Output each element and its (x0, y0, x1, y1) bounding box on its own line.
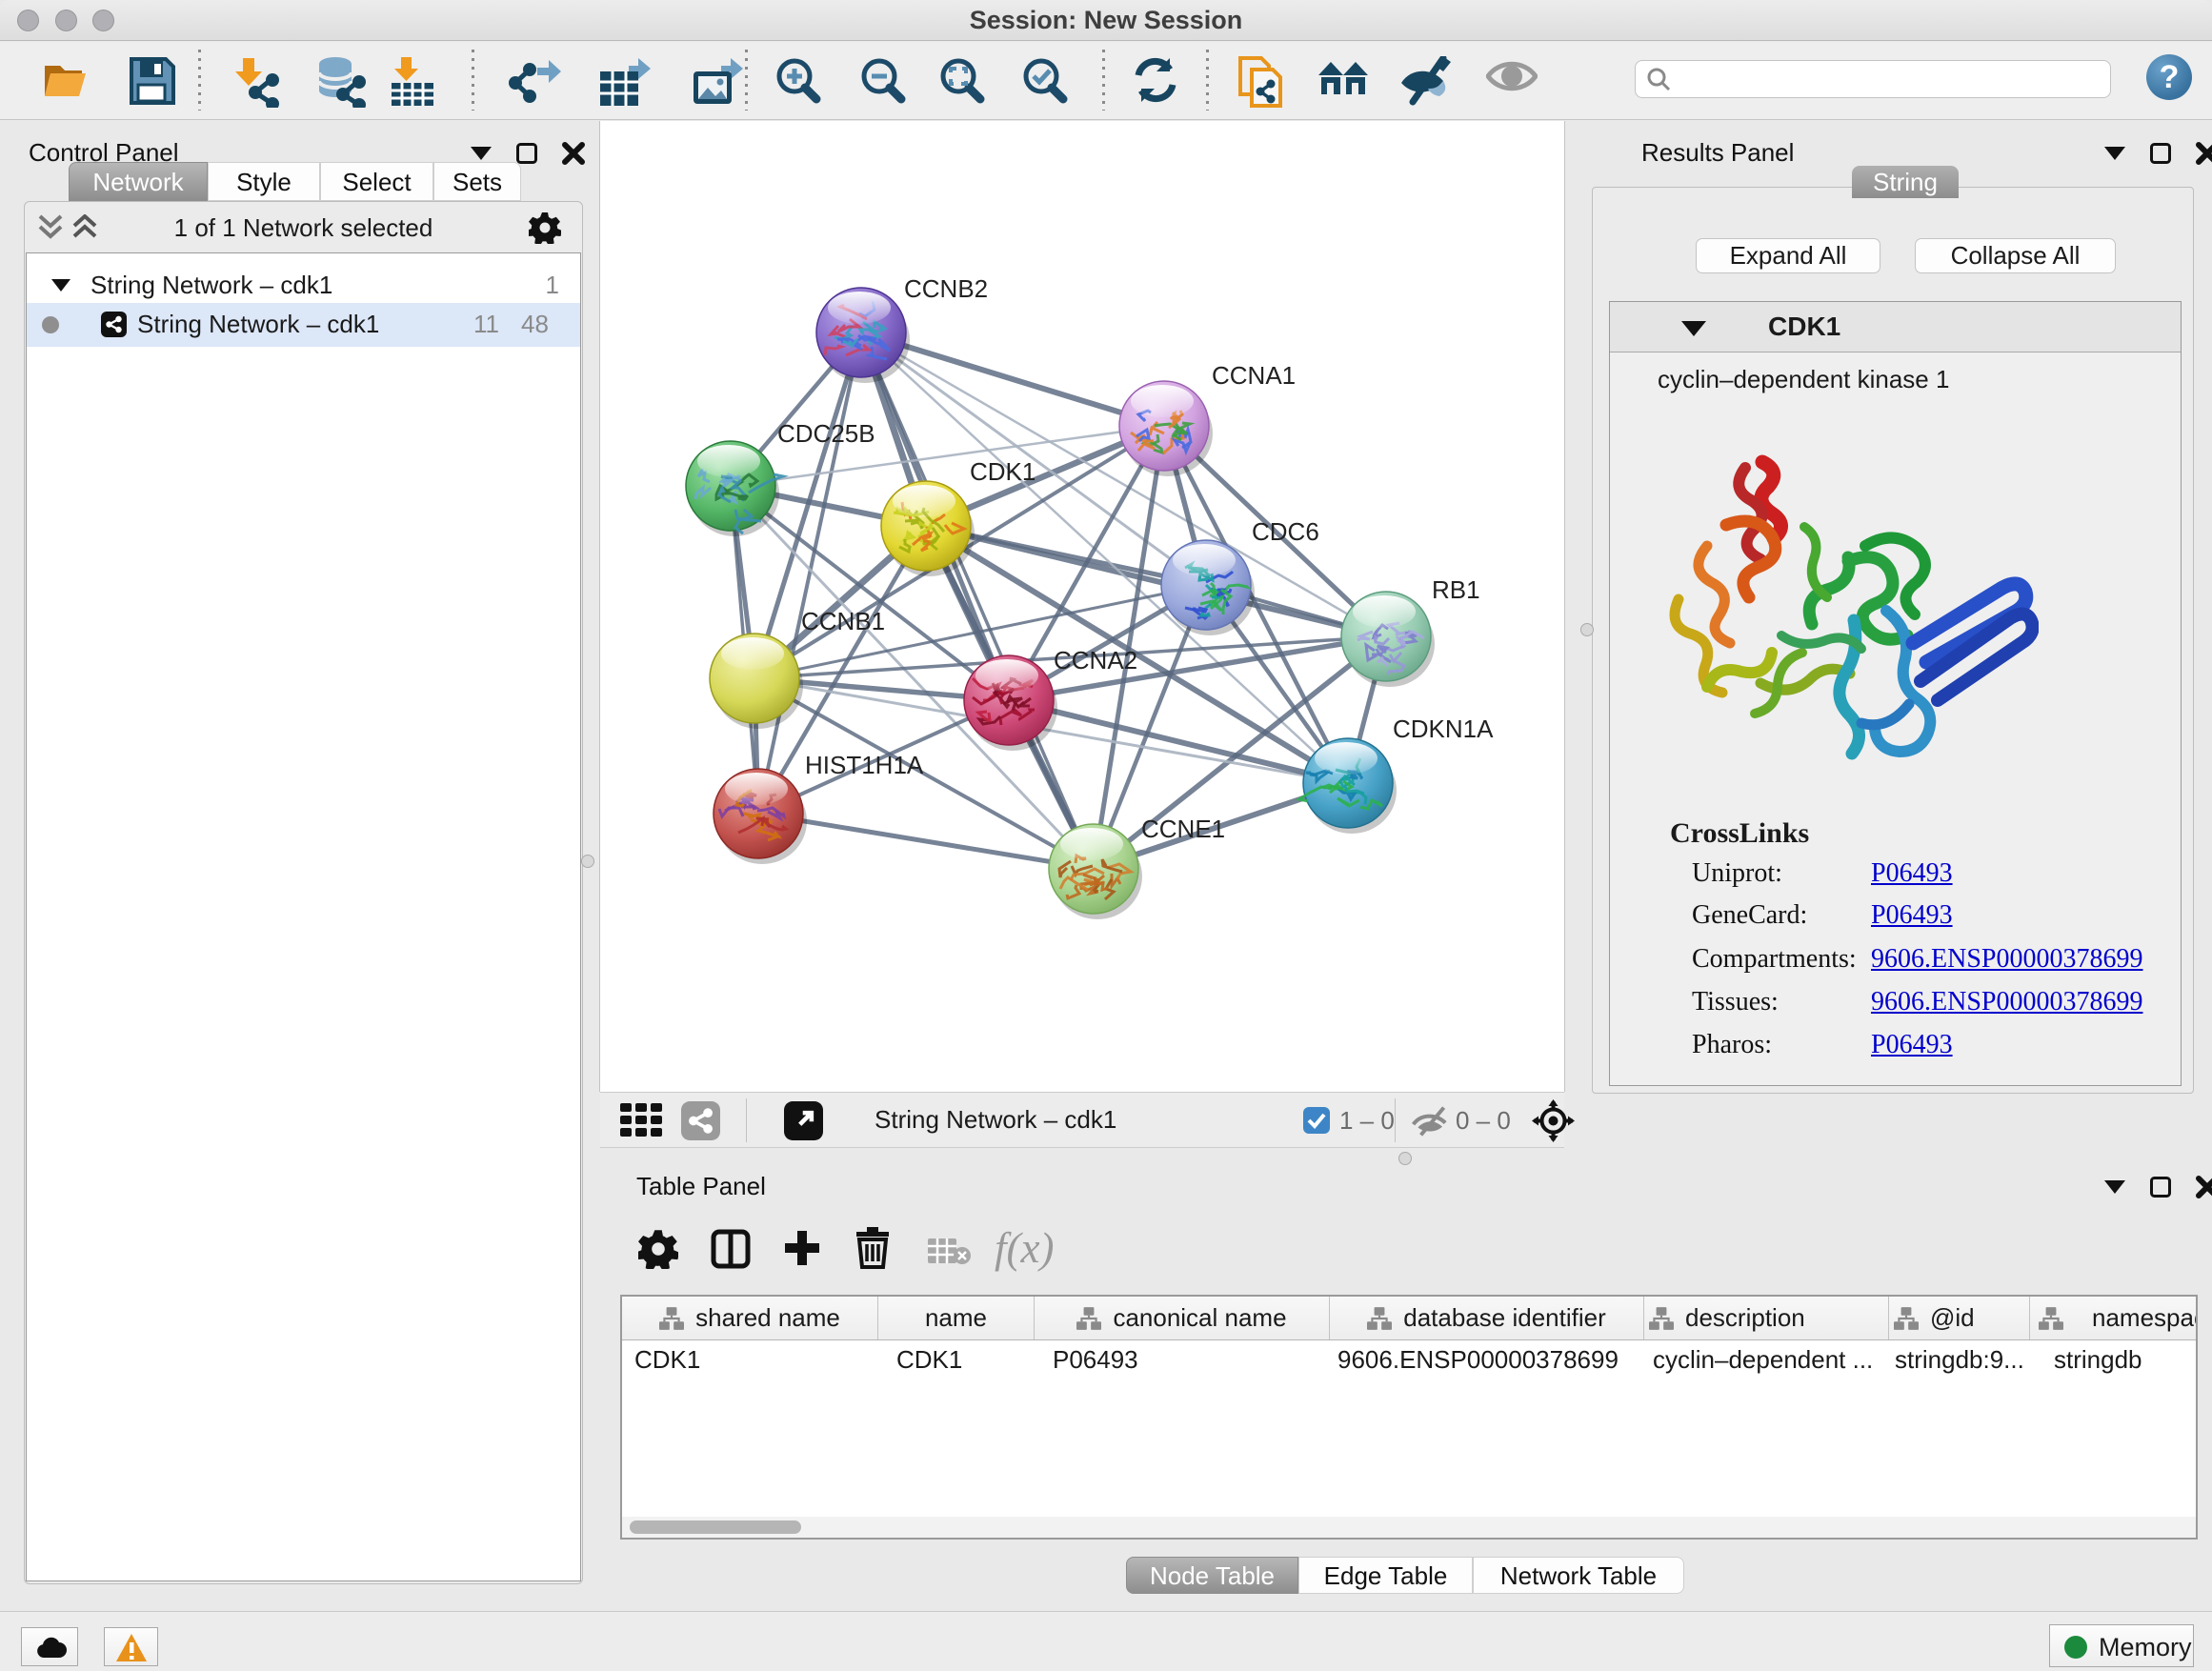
svg-text:CDK1: CDK1 (970, 457, 1036, 486)
svg-text:CCNA1: CCNA1 (1212, 361, 1296, 390)
svg-text:CDC25B: CDC25B (777, 419, 875, 448)
svg-text:CDC6: CDC6 (1252, 517, 1319, 546)
svg-text:HIST1H1A: HIST1H1A (805, 751, 924, 779)
svg-text:CCNE1: CCNE1 (1141, 815, 1225, 843)
svg-text:CCNA2: CCNA2 (1054, 646, 1137, 674)
svg-text:CDKN1A: CDKN1A (1393, 715, 1494, 743)
svg-text:CCNB1: CCNB1 (801, 607, 885, 635)
svg-text:CCNB2: CCNB2 (904, 274, 988, 303)
svg-text:RB1: RB1 (1432, 575, 1480, 604)
